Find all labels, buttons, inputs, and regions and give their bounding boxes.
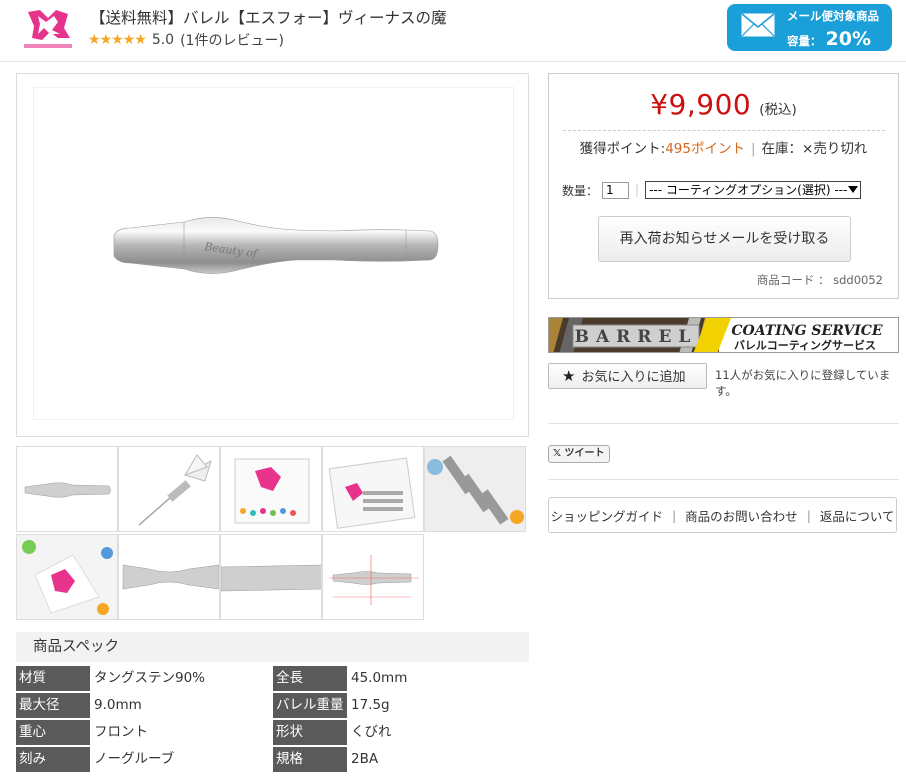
spec-value: ノーグルーブ (94, 751, 175, 767)
favorite-count-note: 11人がお気に入りに登録しています。 (715, 368, 891, 398)
product-title: 【送料無料】バレル【エスフォー】ヴィーナスの魔 (90, 9, 447, 27)
spec-row: 最大径 9.0mm バレル重量 17.5g (16, 693, 529, 718)
thumbnail-5[interactable] (424, 446, 526, 532)
spec-label: 全長 (273, 666, 347, 691)
points-value: 495ポイント (665, 141, 745, 157)
restock-notify-button[interactable]: 再入荷お知らせメールを受け取る (598, 216, 851, 262)
product-code: 商品コード ： sdd0052 (756, 273, 883, 287)
separator: | (750, 141, 756, 157)
rating-summary[interactable]: ★ ★ ★ ★ ★ 5.0 (1件のレビュー) (88, 30, 284, 50)
tax-label: (税込) (759, 102, 797, 118)
divider (563, 130, 885, 131)
spec-heading: 商品スペック (16, 632, 529, 662)
quantity-option-row: 数量： | --- コーティングオプション(選択) --- (562, 181, 862, 199)
page-header: 【送料無料】バレル【エスフォー】ヴィーナスの魔 ★ ★ ★ ★ ★ 5.0 (1… (0, 0, 906, 62)
spec-label: 最大径 (16, 693, 90, 718)
mail-delivery-badge: メール便対象商品 容量： 20% (727, 4, 892, 51)
spec-label: 規格 (273, 747, 347, 772)
coating-option-select[interactable]: --- コーティングオプション(選択) --- (645, 181, 862, 199)
spec-value: 9.0mm (94, 697, 142, 713)
spec-value: フロント (94, 724, 148, 740)
star-icon: ★ (99, 32, 113, 48)
points-label: 獲得ポイント: (579, 141, 666, 157)
thumbnail-8[interactable] (220, 534, 322, 620)
separator: | (635, 183, 640, 197)
envelope-icon (741, 13, 775, 37)
star-icon: ★ (88, 32, 101, 48)
banner-coating-jp: バレルコーティングサービス (734, 338, 876, 352)
main-product-image[interactable]: Beauty of (16, 73, 529, 437)
chevron-down-icon (848, 186, 859, 193)
points-stock-line: 獲得ポイント:495ポイント | 在庫：×売り切れ (549, 137, 898, 157)
guide-links: ショッピングガイド | 商品のお問い合わせ | 返品について (548, 497, 897, 533)
add-favorite-button[interactable]: ★ お気に入りに追加 (548, 363, 707, 389)
tweet-label: ツイート (564, 448, 605, 459)
spec-label: 刻み (16, 747, 90, 772)
star-icon: ★ (134, 32, 147, 48)
spec-label: 重心 (16, 720, 90, 745)
banner-barrel-text: BARREL (575, 327, 698, 347)
thumbnail-6[interactable] (16, 534, 118, 620)
spec-value: タングステン90% (94, 670, 206, 686)
rating-stars: ★ ★ ★ ★ ★ (88, 32, 147, 48)
divider (548, 479, 899, 480)
price-value: ¥9,900 (650, 88, 752, 121)
stock-value: ×売り切れ (802, 141, 868, 157)
spec-value: 2BA (351, 751, 379, 767)
mail-badge-capacity-label: 容量： (787, 34, 822, 48)
star-icon: ★ (122, 32, 136, 48)
spec-value: 17.5g (351, 697, 390, 713)
divider (548, 423, 899, 424)
tweet-button[interactable]: 𝕏 ツイート (548, 445, 610, 463)
quantity-label: 数量： (562, 183, 599, 198)
returns-link[interactable]: 返品について (820, 506, 895, 525)
thumbnail-7[interactable] (118, 534, 220, 620)
add-favorite-label: お気に入りに追加 (581, 370, 686, 385)
spec-row: 刻み ノーグルーブ 規格 2BA (16, 747, 529, 772)
rating-value: 5.0 (151, 32, 175, 48)
separator: | (806, 507, 811, 523)
purchase-box: ¥9,900 (税込) 獲得ポイント:495ポイント | 在庫：×売り切れ 数量： |… (548, 73, 899, 299)
spec-label: バレル重量 (273, 693, 347, 718)
price-block: ¥9,900 (税込) (549, 88, 898, 121)
stock-label: 在庫： (761, 141, 803, 157)
review-count-link[interactable]: (1件のレビュー) (180, 30, 284, 50)
x-logo-icon: 𝕏 (553, 448, 562, 459)
thumbnail-1[interactable] (16, 446, 118, 532)
brand-logo[interactable] (20, 8, 76, 52)
spec-value: 45.0mm (351, 670, 408, 686)
star-icon: ★ (562, 367, 576, 385)
quantity-input[interactable] (602, 181, 630, 199)
shopping-guide-link[interactable]: ショッピングガイド (550, 506, 663, 525)
star-icon: ★ (111, 32, 124, 48)
thumbnail-2[interactable] (118, 446, 220, 532)
thumbnail-9[interactable] (322, 534, 424, 620)
thumbnail-4[interactable] (322, 446, 424, 532)
spec-label: 材質 (16, 666, 90, 691)
option-selected-value: --- コーティングオプション(選択) --- (649, 183, 848, 197)
product-inquiry-link[interactable]: 商品のお問い合わせ (685, 506, 798, 525)
main-image-frame: Beauty of (33, 87, 514, 420)
coating-service-banner[interactable]: BARREL COATING SERVICE バレルコーティングサービス (548, 317, 899, 353)
spec-row: 重心 フロント 形状 くびれ (16, 720, 529, 745)
thumbnail-3[interactable] (220, 446, 322, 532)
spec-value: くびれ (351, 724, 392, 740)
mail-badge-percent: 20% (825, 28, 871, 50)
banner-coating-en: COATING SERVICE (731, 323, 882, 339)
spec-label: 形状 (273, 720, 347, 745)
spec-row: 材質 タングステン90% 全長 45.0mm (16, 666, 529, 691)
mail-badge-line1: メール便対象商品 (787, 9, 879, 23)
barrel-image: Beauty of (113, 217, 439, 274)
mail-badge-line2: 容量： 20% (787, 28, 871, 50)
separator: | (671, 507, 677, 523)
